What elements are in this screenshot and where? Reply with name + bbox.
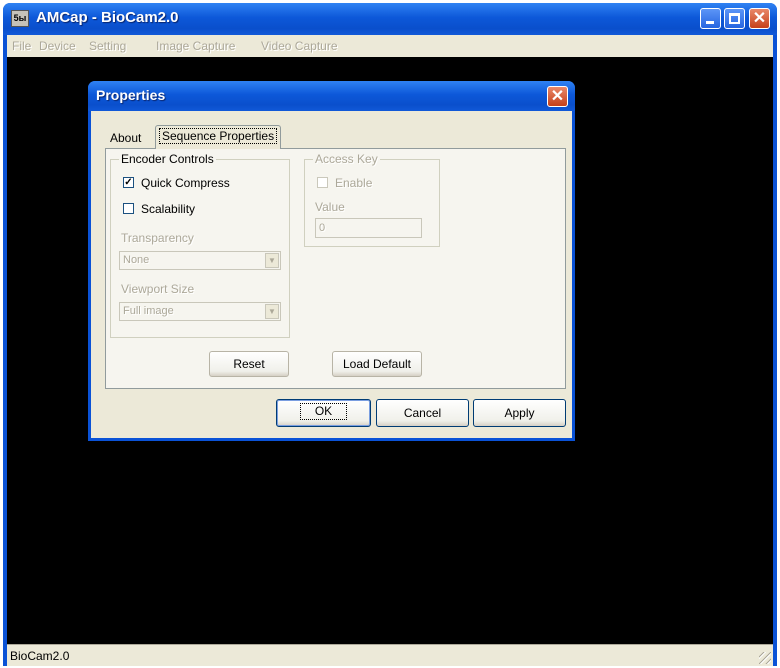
app-icon[interactable]: 5ы [11, 10, 29, 27]
maximize-button[interactable] [724, 8, 745, 29]
status-bar: BioCam2.0 [7, 644, 773, 666]
ok-button-label: OK [299, 403, 348, 420]
minimize-button[interactable] [700, 8, 721, 29]
encoder-controls-label: Encoder Controls [119, 152, 216, 166]
transparency-select: None ▼ [119, 251, 281, 270]
menu-file[interactable]: File [12, 39, 31, 53]
viewport-size-label: Viewport Size [121, 282, 195, 296]
access-key-group: Access Key Enable Value 0 [304, 152, 440, 247]
cancel-button[interactable]: Cancel [376, 399, 469, 427]
maximize-icon [729, 13, 740, 24]
quick-compress-label: Quick Compress [141, 176, 230, 190]
ok-button[interactable]: OK [276, 399, 371, 427]
properties-dialog: Properties ✕ About Sequence Properties E… [88, 81, 575, 441]
minimize-icon [706, 21, 714, 24]
sequence-properties-panel: Encoder Controls ✓ Quick Compress Scalab… [105, 148, 566, 389]
dialog-body: About Sequence Properties Encoder Contro… [91, 111, 572, 438]
menu-video-capture[interactable]: Video Capture [261, 39, 338, 53]
tab-about[interactable]: About [106, 128, 145, 148]
close-icon: ✕ [752, 10, 767, 27]
access-key-label: Access Key [313, 152, 380, 166]
status-text: BioCam2.0 [10, 649, 70, 663]
transparency-value: None [123, 254, 150, 266]
window-title: AMCap - BioCam2.0 [36, 9, 179, 26]
menu-device[interactable]: Device [39, 39, 76, 53]
title-bar[interactable]: 5ы AMCap - BioCam2.0 ✕ [3, 3, 777, 35]
enable-label: Enable [335, 176, 373, 190]
dialog-title-bar[interactable]: Properties ✕ [88, 81, 575, 111]
access-key-value-label: Value [315, 200, 345, 214]
checkbox-empty-icon [123, 203, 134, 214]
dropdown-arrow-icon: ▼ [265, 304, 279, 319]
access-key-value: 0 [319, 222, 326, 234]
viewport-size-value: Full image [123, 305, 174, 317]
transparency-label: Transparency [121, 231, 194, 245]
menu-bar: File Device Setting Image Capture Video … [7, 35, 773, 57]
load-default-button[interactable]: Load Default [332, 351, 422, 377]
encoder-controls-group: Encoder Controls ✓ Quick Compress Scalab… [110, 152, 290, 338]
menu-setting[interactable]: Setting [89, 39, 126, 53]
dialog-close-button[interactable]: ✕ [547, 86, 568, 107]
checkbox-empty-icon [317, 177, 328, 188]
close-button[interactable]: ✕ [749, 8, 770, 29]
dialog-title: Properties [96, 87, 166, 103]
access-key-value-input: 0 [315, 218, 422, 238]
reset-button[interactable]: Reset [209, 351, 289, 377]
resize-grip-icon[interactable] [759, 652, 771, 664]
tab-sequence-properties-label: Sequence Properties [159, 128, 278, 144]
apply-button[interactable]: Apply [473, 399, 566, 427]
tab-sequence-properties[interactable]: Sequence Properties [155, 125, 282, 149]
dropdown-arrow-icon: ▼ [265, 253, 279, 268]
checkmark-icon: ✓ [123, 177, 134, 188]
menu-image-capture[interactable]: Image Capture [156, 39, 235, 53]
viewport-size-select: Full image ▼ [119, 302, 281, 321]
scalability-label: Scalability [141, 202, 196, 216]
close-icon: ✕ [550, 88, 565, 105]
